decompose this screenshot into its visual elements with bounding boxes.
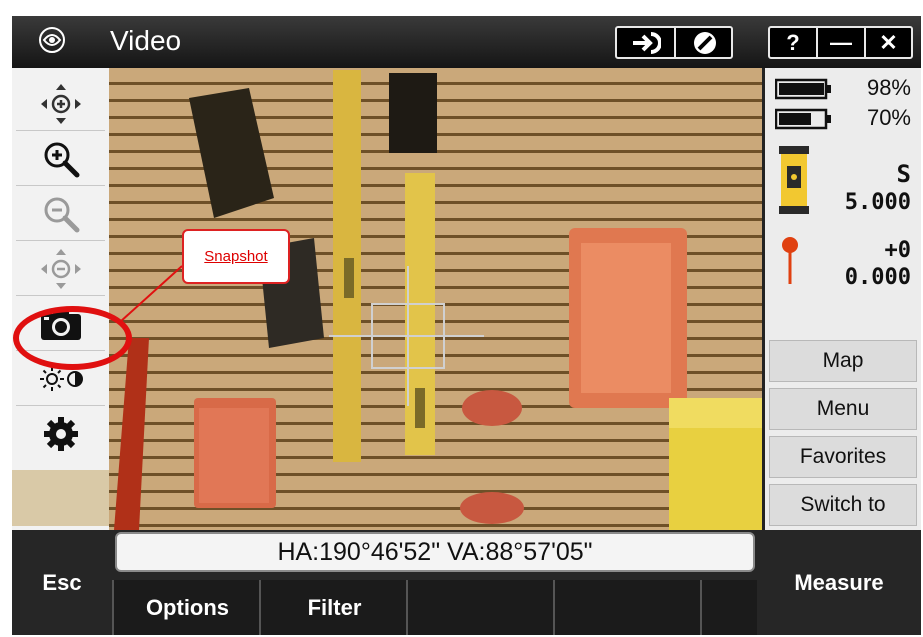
snapshot-callout: Snapshot [182,229,290,284]
highlight-ring [13,306,132,370]
callout-pointer [119,265,183,323]
